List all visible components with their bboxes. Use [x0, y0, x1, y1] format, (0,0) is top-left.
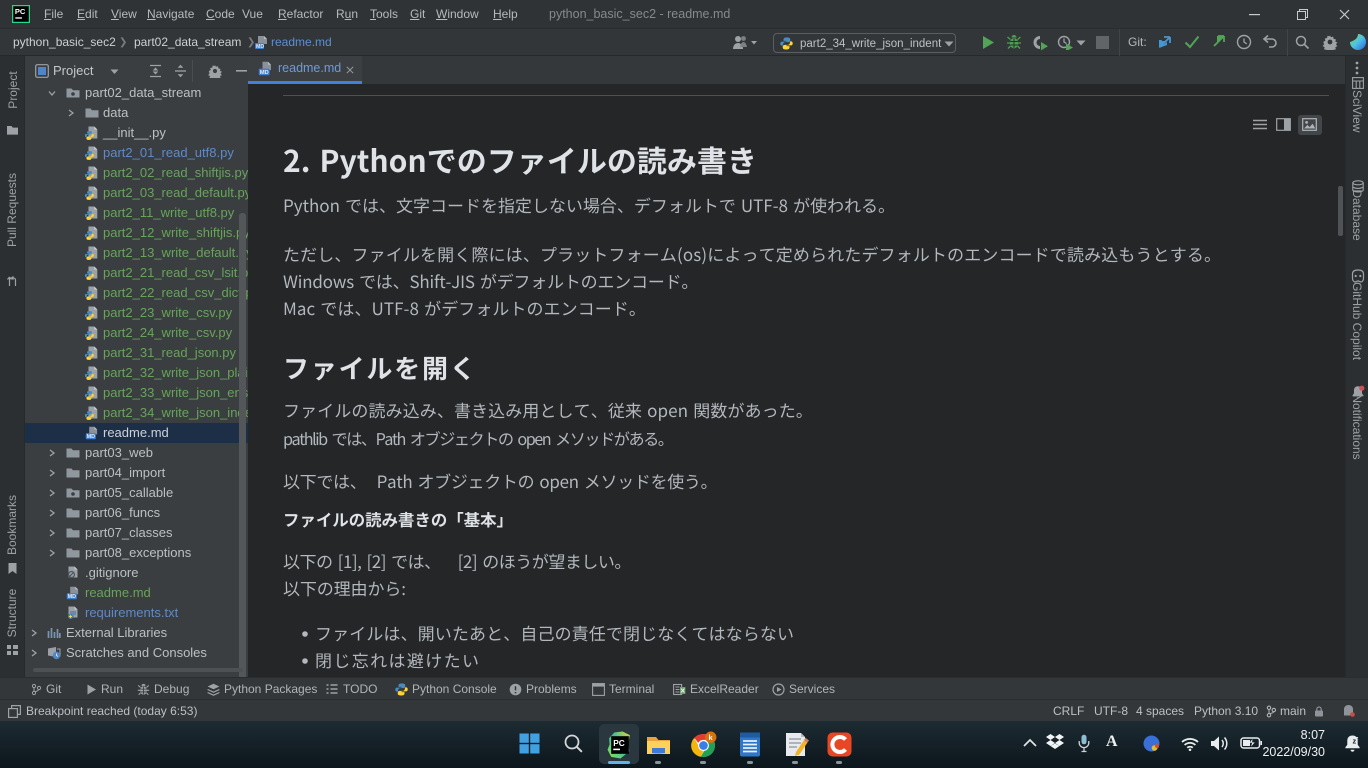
- svg-text:MD: MD: [256, 44, 264, 50]
- svg-text:PC: PC: [15, 7, 26, 16]
- svg-text:z: z: [1356, 736, 1359, 742]
- svg-text:PC: PC: [613, 738, 625, 748]
